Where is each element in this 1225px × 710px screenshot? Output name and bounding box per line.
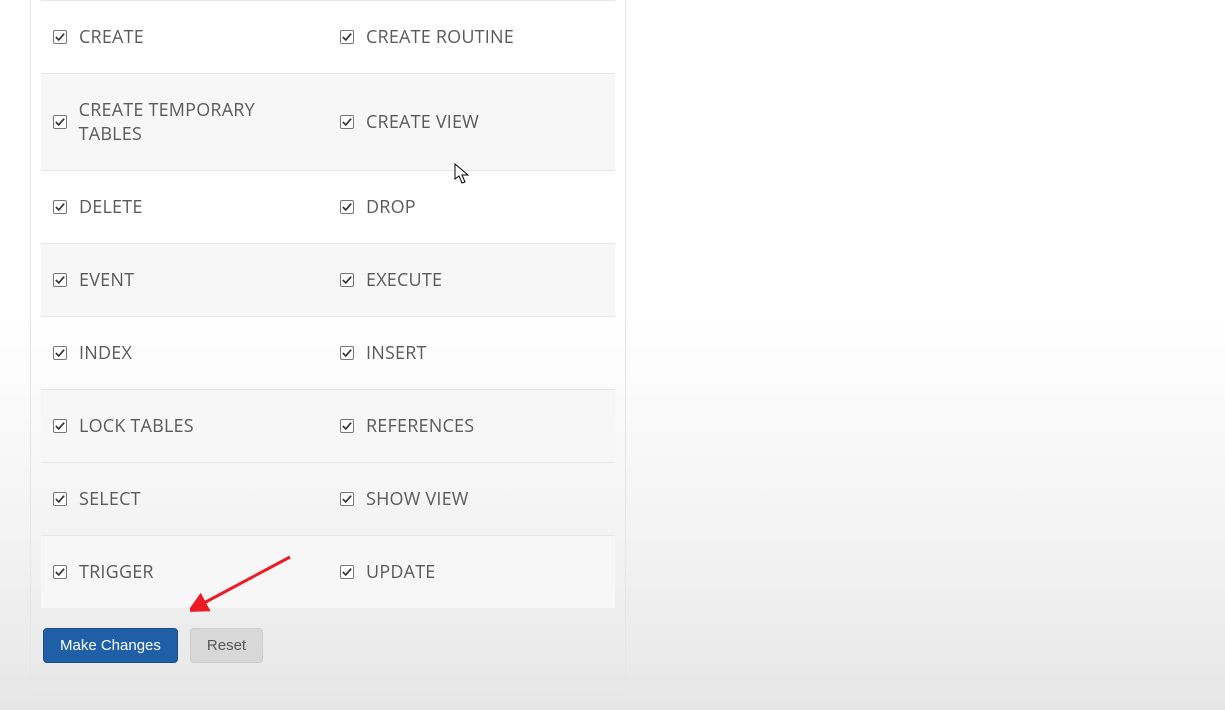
privilege-cell: CREATE ROUTINE [328, 1, 615, 73]
checkbox-delete[interactable] [53, 200, 67, 214]
checkbox-event[interactable] [53, 273, 67, 287]
privilege-label: CREATE ROUTINE [366, 25, 514, 49]
privilege-row: EVENT EXECUTE [41, 244, 615, 317]
privilege-label: DROP [366, 195, 416, 219]
privilege-cell: EVENT [41, 244, 328, 316]
button-row: Make Changes Reset [31, 628, 625, 663]
privilege-label: SELECT [79, 487, 141, 511]
checkbox-update[interactable] [340, 565, 354, 579]
privilege-label: LOCK TABLES [79, 414, 194, 438]
privilege-row: TRIGGER UPDATE [41, 536, 615, 608]
privilege-cell: CREATE VIEW [328, 74, 615, 170]
checkbox-select[interactable] [53, 492, 67, 506]
checkbox-lock-tables[interactable] [53, 419, 67, 433]
checkbox-trigger[interactable] [53, 565, 67, 579]
privilege-row: INDEX INSERT [41, 317, 615, 390]
checkbox-show-view[interactable] [340, 492, 354, 506]
privilege-label: EVENT [79, 268, 134, 292]
privilege-cell: SHOW VIEW [328, 463, 615, 535]
privilege-cell: LOCK TABLES [41, 390, 328, 462]
privilege-cell: CREATE [41, 1, 328, 73]
privileges-panel: CREATE CREATE ROUTINE CREATE TEMPORARY T… [30, 0, 626, 692]
privilege-cell: DROP [328, 171, 615, 243]
privilege-label: SHOW VIEW [366, 487, 469, 511]
privilege-cell: INSERT [328, 317, 615, 389]
checkbox-create[interactable] [53, 30, 67, 44]
privilege-label: TRIGGER [79, 560, 154, 584]
checkbox-create-temporary-tables[interactable] [53, 115, 67, 129]
privilege-cell: SELECT [41, 463, 328, 535]
privilege-row: DELETE DROP [41, 171, 615, 244]
checkbox-index[interactable] [53, 346, 67, 360]
privilege-label: INDEX [79, 341, 132, 365]
reset-button[interactable]: Reset [190, 628, 263, 663]
privilege-label: CREATE [79, 25, 144, 49]
checkbox-insert[interactable] [340, 346, 354, 360]
privilege-cell: EXECUTE [328, 244, 615, 316]
privilege-cell: UPDATE [328, 536, 615, 608]
privilege-row: LOCK TABLES REFERENCES [41, 390, 615, 463]
checkbox-create-view[interactable] [340, 115, 354, 129]
privileges-grid: CREATE CREATE ROUTINE CREATE TEMPORARY T… [41, 0, 615, 608]
privilege-label: UPDATE [366, 560, 436, 584]
privilege-label: EXECUTE [366, 268, 442, 292]
privilege-cell: REFERENCES [328, 390, 615, 462]
make-changes-button[interactable]: Make Changes [43, 628, 178, 663]
privilege-cell: TRIGGER [41, 536, 328, 608]
privilege-label: DELETE [79, 195, 143, 219]
privilege-label: REFERENCES [366, 414, 474, 438]
privilege-label: CREATE TEMPORARY TABLES [79, 98, 316, 146]
privilege-label: INSERT [366, 341, 427, 365]
privilege-row: CREATE CREATE ROUTINE [41, 1, 615, 74]
checkbox-references[interactable] [340, 419, 354, 433]
checkbox-execute[interactable] [340, 273, 354, 287]
privilege-row: SELECT SHOW VIEW [41, 463, 615, 536]
privilege-row: CREATE TEMPORARY TABLES CREATE VIEW [41, 74, 615, 171]
privilege-cell: CREATE TEMPORARY TABLES [41, 74, 328, 170]
checkbox-drop[interactable] [340, 200, 354, 214]
privilege-cell: DELETE [41, 171, 328, 243]
privilege-label: CREATE VIEW [366, 110, 479, 134]
checkbox-create-routine[interactable] [340, 30, 354, 44]
privilege-cell: INDEX [41, 317, 328, 389]
